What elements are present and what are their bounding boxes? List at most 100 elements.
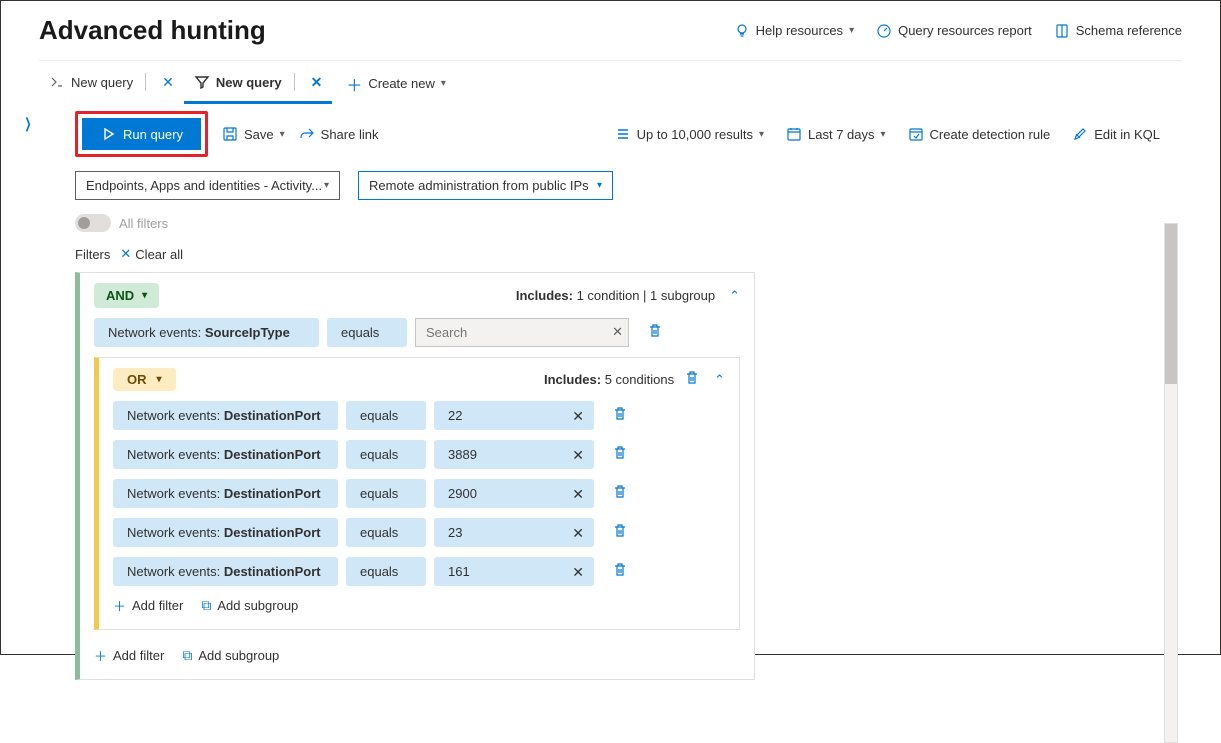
add-subgroup-label: Add subgroup bbox=[198, 648, 279, 663]
add-filter-label: Add filter bbox=[132, 598, 183, 613]
condition-field[interactable]: Network events: DestinationPort bbox=[113, 557, 338, 586]
lightbulb-icon bbox=[734, 23, 750, 39]
condition-field[interactable]: Network events: DestinationPort bbox=[113, 518, 338, 547]
clear-all-button[interactable]: ✕ Clear all bbox=[120, 246, 183, 262]
query-resources-report-link[interactable]: Query resources report bbox=[876, 23, 1032, 39]
add-subgroup-link[interactable]: ⧉ Add subgroup bbox=[201, 596, 298, 615]
delete-icon[interactable] bbox=[612, 562, 628, 581]
edit-icon bbox=[1072, 126, 1088, 142]
results-label: Up to 10,000 results bbox=[637, 127, 753, 142]
close-icon[interactable]: ✕ bbox=[311, 74, 323, 91]
collapse-icon[interactable]: ⌃ bbox=[714, 372, 725, 388]
clear-value-icon[interactable]: ✕ bbox=[572, 564, 584, 581]
add-filter-label: Add filter bbox=[113, 648, 164, 663]
close-icon: ✕ bbox=[120, 246, 131, 262]
condition-row: Network events: DestinationPort equals 23✕ bbox=[113, 518, 725, 547]
chevron-down-icon: ▾ bbox=[280, 129, 285, 140]
report-label: Query resources report bbox=[898, 23, 1032, 38]
query-template-dropdown[interactable]: Remote administration from public IPs ▾ bbox=[358, 171, 613, 200]
save-label: Save bbox=[244, 127, 274, 142]
condition-operator[interactable]: equals bbox=[346, 479, 426, 508]
condition-field[interactable]: Network events: DestinationPort bbox=[113, 440, 338, 469]
delete-icon[interactable] bbox=[612, 406, 628, 425]
clear-value-icon[interactable]: ✕ bbox=[572, 408, 584, 425]
condition-row: Network events: DestinationPort equals 161… bbox=[113, 557, 725, 586]
collapse-icon[interactable]: ⌃ bbox=[729, 288, 740, 304]
book-icon bbox=[1054, 23, 1070, 39]
add-subgroup-label: Add subgroup bbox=[217, 598, 298, 613]
includes-summary: Includes: 5 conditions bbox=[544, 372, 674, 387]
edit-in-kql[interactable]: Edit in KQL bbox=[1072, 126, 1160, 142]
condition-field[interactable]: Network events: DestinationPort bbox=[113, 401, 338, 430]
condition-operator[interactable]: equals bbox=[346, 401, 426, 430]
and-operator-chip[interactable]: AND ▾ bbox=[94, 283, 159, 308]
chevron-down-icon: ▾ bbox=[759, 129, 764, 140]
page-title: Advanced hunting bbox=[39, 15, 266, 46]
time-range[interactable]: Last 7 days ▾ bbox=[786, 126, 886, 142]
or-operator-chip[interactable]: OR ▾ bbox=[113, 368, 176, 391]
condition-operator[interactable]: equals bbox=[346, 518, 426, 547]
help-resources-link[interactable]: Help resources ▾ bbox=[734, 23, 854, 39]
condition-operator[interactable]: equals bbox=[346, 440, 426, 469]
scrollbar[interactable] bbox=[1164, 223, 1178, 743]
delete-icon[interactable] bbox=[647, 323, 663, 342]
close-icon[interactable]: ✕ bbox=[162, 74, 174, 91]
condition-operator[interactable]: equals bbox=[346, 557, 426, 586]
condition-value[interactable]: 22✕ bbox=[434, 401, 594, 430]
add-filter-link[interactable]: ＋ Add filter bbox=[94, 646, 164, 665]
condition-row: Network events: DestinationPort equals 290… bbox=[113, 479, 725, 508]
delete-icon[interactable] bbox=[612, 445, 628, 464]
create-new-tab[interactable]: ＋ Create new ▾ bbox=[346, 72, 446, 96]
chevron-down-icon: ▾ bbox=[157, 374, 162, 385]
subgroup-icon: ⧉ bbox=[201, 597, 211, 614]
list-icon bbox=[615, 126, 631, 142]
add-filter-link[interactable]: ＋Add filter bbox=[113, 596, 183, 615]
condition-value-input[interactable] bbox=[415, 318, 629, 347]
clear-value-icon[interactable]: ✕ bbox=[572, 447, 584, 464]
template-label: Remote administration from public IPs bbox=[369, 178, 589, 193]
share-icon bbox=[299, 126, 315, 142]
all-filters-toggle[interactable] bbox=[75, 214, 111, 232]
condition-value[interactable]: 2900✕ bbox=[434, 479, 594, 508]
delete-icon[interactable] bbox=[684, 370, 700, 389]
create-new-label: Create new bbox=[368, 76, 434, 91]
condition-value[interactable]: 161✕ bbox=[434, 557, 594, 586]
schema-reference-link[interactable]: Schema reference bbox=[1054, 23, 1182, 39]
time-label: Last 7 days bbox=[808, 127, 875, 142]
add-subgroup-link[interactable]: ⧉ Add subgroup bbox=[182, 646, 279, 665]
clear-input-icon[interactable]: ✕ bbox=[612, 324, 623, 340]
chevron-down-icon: ▾ bbox=[849, 25, 854, 36]
scroll-thumb[interactable] bbox=[1165, 224, 1177, 384]
plus-icon: ＋ bbox=[94, 646, 107, 665]
condition-row: Network events: DestinationPort equals 22✕ bbox=[113, 401, 725, 430]
all-filters-label: All filters bbox=[119, 216, 168, 231]
clear-value-icon[interactable]: ✕ bbox=[572, 486, 584, 503]
query-icon bbox=[49, 74, 65, 90]
share-link-button[interactable]: Share link bbox=[299, 126, 379, 142]
tab-new-query-2[interactable]: New query ✕ bbox=[184, 64, 332, 104]
tab-label: New query bbox=[71, 75, 133, 90]
or-label: OR bbox=[127, 372, 147, 387]
subgroup: OR ▾ Includes: 5 conditions ⌃ Network ev… bbox=[94, 357, 740, 630]
filter-query-icon bbox=[194, 74, 210, 90]
clear-value-icon[interactable]: ✕ bbox=[572, 525, 584, 542]
results-limit[interactable]: Up to 10,000 results ▾ bbox=[615, 126, 764, 142]
create-detection-rule[interactable]: Create detection rule bbox=[908, 126, 1051, 142]
save-button[interactable]: Save ▾ bbox=[222, 126, 285, 142]
run-query-button[interactable]: Run query bbox=[82, 118, 201, 150]
gauge-icon bbox=[876, 23, 892, 39]
condition-value[interactable]: 23✕ bbox=[434, 518, 594, 547]
source-label: Endpoints, Apps and identities - Activit… bbox=[86, 178, 322, 193]
delete-icon[interactable] bbox=[612, 484, 628, 503]
data-source-dropdown[interactable]: Endpoints, Apps and identities - Activit… bbox=[75, 171, 340, 200]
subgroup-icon: ⧉ bbox=[182, 647, 192, 664]
condition-field[interactable]: Network events: SourceIpType bbox=[94, 318, 319, 347]
condition-field[interactable]: Network events: DestinationPort bbox=[113, 479, 338, 508]
condition-value[interactable]: 3889✕ bbox=[434, 440, 594, 469]
delete-icon[interactable] bbox=[612, 523, 628, 542]
schema-label: Schema reference bbox=[1076, 23, 1182, 38]
detection-label: Create detection rule bbox=[930, 127, 1051, 142]
expand-panel-chevron[interactable]: ❯ bbox=[24, 115, 31, 132]
condition-operator[interactable]: equals bbox=[327, 318, 407, 347]
tab-new-query-1[interactable]: New query ✕ bbox=[39, 64, 184, 104]
